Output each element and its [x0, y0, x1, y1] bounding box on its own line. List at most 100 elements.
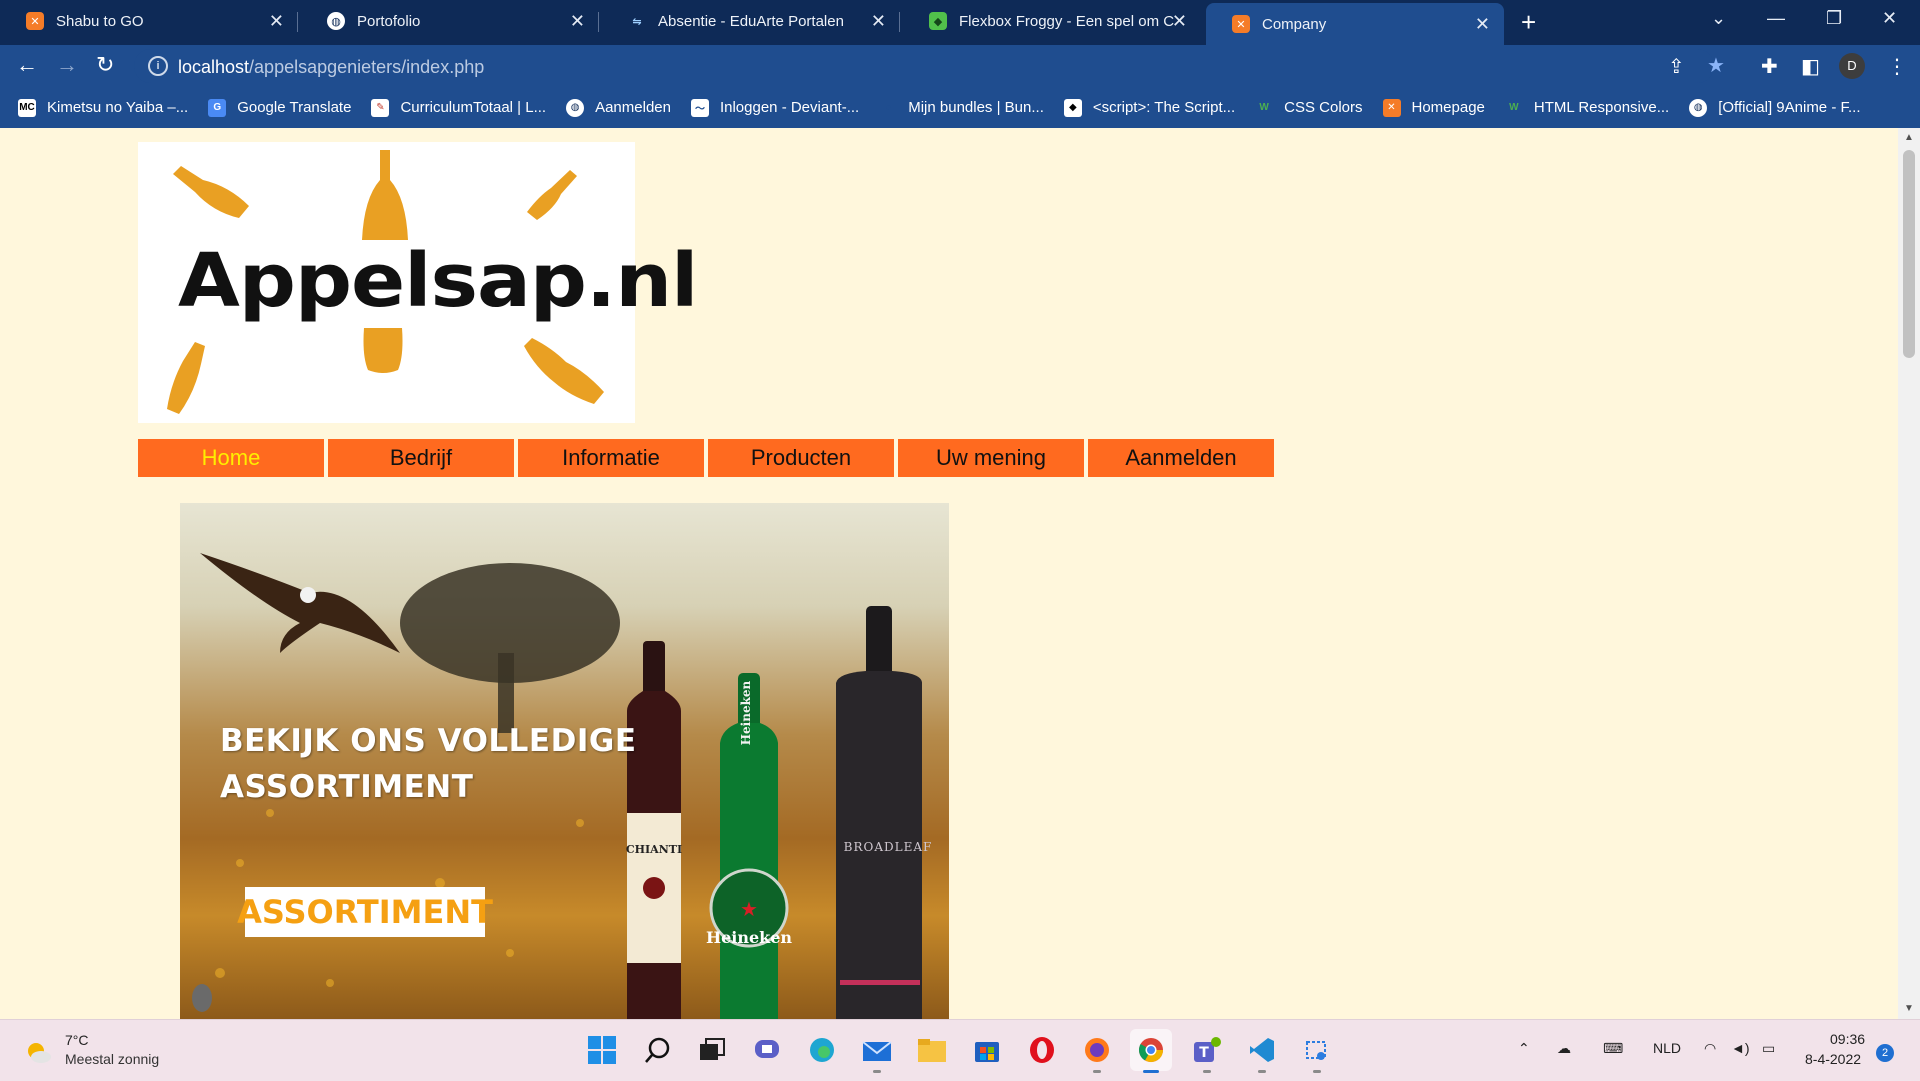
- file-explorer-icon[interactable]: [916, 1034, 948, 1066]
- assortiment-button[interactable]: ASSORTIMENT: [237, 887, 493, 937]
- menu-item-uw-mening[interactable]: Uw mening: [898, 439, 1084, 477]
- wifi-icon[interactable]: ◠: [1704, 1040, 1716, 1057]
- heineken-label: Heineken: [706, 928, 792, 947]
- site-logo[interactable]: Appelsap.nl: [138, 142, 698, 423]
- mc-icon: MC: [18, 98, 36, 117]
- bookmark-bundles[interactable]: ● Mijn bundles | Bun...: [879, 99, 1044, 117]
- bookmark-curriculumtotaal[interactable]: ✎ CurriculumTotaal | L...: [371, 98, 547, 117]
- bookmark-css-colors[interactable]: W CSS Colors: [1255, 99, 1362, 117]
- search-icon[interactable]: [641, 1034, 673, 1066]
- tab-strip: ✕ Shabu to GO ✕ ◍ Portofolio ✕ ⇋ Absenti…: [0, 0, 1920, 45]
- logo-text: Appelsap.nl: [178, 238, 698, 324]
- close-icon[interactable]: ✕: [269, 11, 284, 32]
- bookmark-star-icon[interactable]: ★: [1707, 53, 1725, 78]
- language-indicator[interactable]: NLD: [1653, 1040, 1681, 1056]
- side-panel-icon[interactable]: ◧: [1801, 54, 1820, 79]
- xampp-icon: ✕: [1232, 15, 1250, 33]
- extensions-icon[interactable]: ✚: [1761, 54, 1778, 79]
- tab-shabu[interactable]: ✕ Shabu to GO ✕: [0, 0, 298, 42]
- scroll-up-icon[interactable]: ▲: [1904, 132, 1914, 143]
- bookmark-kimetsu[interactable]: MC Kimetsu no Yaiba –...: [18, 98, 188, 117]
- task-view-icon[interactable]: [696, 1034, 728, 1066]
- scroll-down-icon[interactable]: ▼: [1904, 1003, 1914, 1014]
- menu-item-aanmelden[interactable]: Aanmelden: [1088, 439, 1274, 477]
- page-scrollbar[interactable]: ▲ ▼: [1898, 128, 1920, 1019]
- tab-title: Flexbox Froggy - Een spel om CS: [959, 12, 1175, 30]
- tab-portofolio[interactable]: ◍ Portofolio ✕: [301, 0, 599, 42]
- battery-icon[interactable]: ▭: [1762, 1040, 1775, 1057]
- opera-icon[interactable]: [1026, 1034, 1058, 1066]
- menu-item-producten[interactable]: Producten: [708, 439, 894, 477]
- tab-title: Portofolio: [357, 12, 421, 30]
- volume-icon[interactable]: ◄): [1731, 1040, 1750, 1056]
- teams-icon[interactable]: T: [1191, 1034, 1223, 1073]
- close-window-icon[interactable]: ✕: [1882, 8, 1897, 29]
- scroll-thumb[interactable]: [1903, 150, 1915, 358]
- close-icon[interactable]: ✕: [1475, 14, 1490, 35]
- vscode-icon[interactable]: [1246, 1034, 1278, 1073]
- edge-icon[interactable]: [806, 1034, 838, 1066]
- bookmark-label: [Official] 9Anime - F...: [1718, 99, 1861, 116]
- weather-desc[interactable]: Meestal zonnig: [65, 1051, 159, 1067]
- bookmark-aanmelden[interactable]: ◍ Aanmelden: [566, 98, 671, 117]
- clock-date[interactable]: 8-4-2022: [1805, 1051, 1861, 1067]
- url-host: localhost: [178, 57, 250, 77]
- chianti-bottle: CHIANTI: [626, 641, 682, 1019]
- close-icon[interactable]: ✕: [1172, 11, 1187, 32]
- mail-icon[interactable]: [861, 1034, 893, 1073]
- tab-company[interactable]: ✕ Company ✕: [1206, 3, 1504, 45]
- clock-time[interactable]: 09:36: [1830, 1031, 1865, 1047]
- translate-icon: G: [208, 98, 227, 117]
- tray-overflow-icon[interactable]: ⌃: [1518, 1040, 1530, 1057]
- keyboard-icon[interactable]: ⌨: [1603, 1040, 1623, 1057]
- store-icon[interactable]: [971, 1034, 1003, 1066]
- minimize-icon[interactable]: —: [1767, 8, 1785, 29]
- weather-temp[interactable]: 7°C: [65, 1032, 89, 1048]
- menu-item-informatie[interactable]: Informatie: [518, 439, 704, 477]
- onedrive-icon[interactable]: ☁: [1557, 1040, 1571, 1057]
- forward-button[interactable]: →: [56, 52, 78, 78]
- firefox-icon[interactable]: [1081, 1034, 1113, 1073]
- bookmark-9anime[interactable]: ◍ [Official] 9Anime - F...: [1689, 98, 1861, 117]
- tab-flexbox-froggy[interactable]: ◆ Flexbox Froggy - Een spel om CS ✕: [903, 0, 1201, 42]
- snipping-tool-icon[interactable]: [1301, 1034, 1333, 1073]
- restore-icon[interactable]: ❐: [1826, 8, 1842, 29]
- bookmark-homepage[interactable]: ✕ Homepage: [1382, 98, 1485, 117]
- chrome-icon[interactable]: [1130, 1029, 1172, 1073]
- tab-separator: [297, 12, 298, 32]
- bookmark-html-responsive[interactable]: W HTML Responsive...: [1505, 99, 1669, 117]
- chat-icon[interactable]: [751, 1034, 783, 1066]
- bookmark-google-translate[interactable]: G Google Translate: [208, 98, 351, 117]
- bookmark-script[interactable]: ◆ <script>: The Script...: [1063, 98, 1236, 117]
- tab-search-icon[interactable]: ⌄: [1711, 8, 1726, 29]
- weather-sun-icon[interactable]: [24, 1038, 52, 1066]
- tab-absentie[interactable]: ⇋ Absentie - EduArte Portalen ✕: [602, 0, 900, 42]
- running-indicator: [873, 1070, 881, 1073]
- bookmark-label: <script>: The Script...: [1092, 99, 1236, 116]
- address-bar[interactable]: i localhost/appelsapgenieters/index.php …: [134, 49, 1725, 83]
- share-icon[interactable]: ⇪: [1668, 54, 1685, 79]
- url-text[interactable]: localhost/appelsapgenieters/index.php: [178, 57, 484, 78]
- info-icon[interactable]: i: [148, 56, 168, 76]
- close-icon[interactable]: ✕: [570, 11, 585, 32]
- script-icon: ◆: [1063, 98, 1082, 117]
- menu-item-bedrijf[interactable]: Bedrijf: [328, 439, 514, 477]
- new-tab-button[interactable]: +: [1521, 7, 1536, 38]
- running-indicator: [1313, 1070, 1321, 1073]
- back-button[interactable]: ←: [16, 52, 38, 78]
- menu-kebab-icon[interactable]: ⋮: [1887, 54, 1907, 79]
- menu-item-home[interactable]: Home: [138, 439, 324, 477]
- notification-badge[interactable]: 2: [1876, 1044, 1894, 1062]
- reload-button[interactable]: ↻: [96, 52, 114, 78]
- close-icon[interactable]: ✕: [871, 11, 886, 32]
- bookmark-deviant[interactable]: 〜 Inloggen - Deviant-...: [690, 98, 860, 117]
- frog-icon: ◆: [929, 12, 947, 30]
- bookmarks-bar: MC Kimetsu no Yaiba –... G Google Translat…: [0, 87, 1920, 128]
- profile-avatar[interactable]: D: [1839, 53, 1865, 79]
- bookmark-label: HTML Responsive...: [1533, 99, 1670, 116]
- bookmark-label: CurriculumTotaal | L...: [400, 99, 547, 116]
- bookmark-label: Aanmelden: [595, 99, 671, 116]
- bookmark-label: Inloggen - Deviant-...: [719, 99, 860, 116]
- start-icon[interactable]: [586, 1034, 618, 1066]
- xampp-icon: ✕: [26, 12, 44, 30]
